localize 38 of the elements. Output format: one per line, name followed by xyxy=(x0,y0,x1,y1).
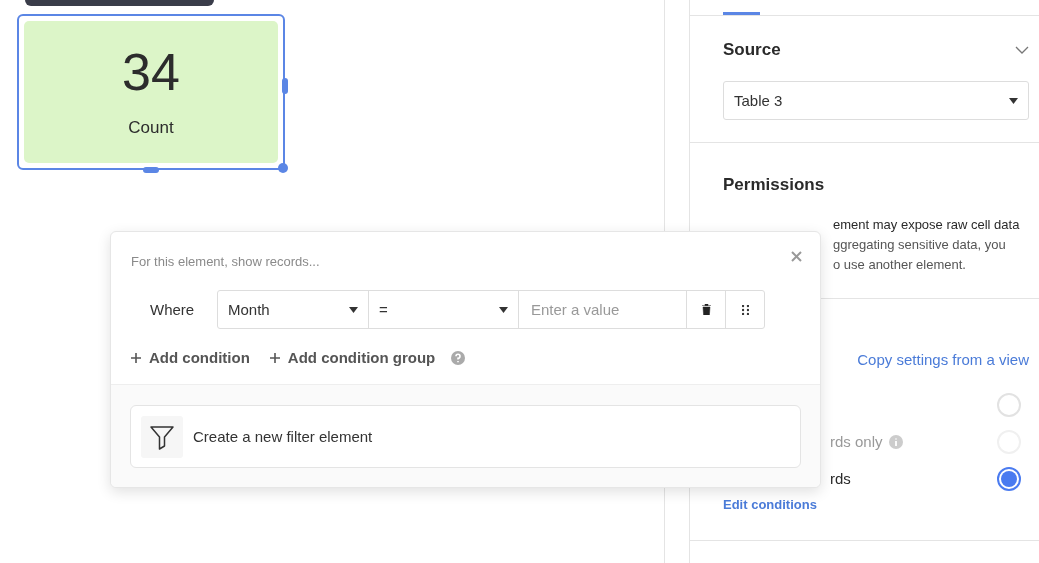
metric-value: 34 xyxy=(122,46,180,98)
create-filter-button[interactable]: Create a new filter element xyxy=(130,405,801,468)
info-icon xyxy=(888,434,903,449)
caret-icon xyxy=(1009,97,1018,104)
selection-frame[interactable]: 34 Count xyxy=(17,14,285,170)
section-title: Source xyxy=(723,40,781,60)
warning-text: o use another element. xyxy=(833,257,967,272)
help-icon[interactable] xyxy=(451,350,466,365)
resize-handle[interactable] xyxy=(278,163,288,173)
add-condition-button[interactable]: Add condition group xyxy=(269,349,436,366)
tab-indicator xyxy=(723,12,760,15)
radio-button[interactable] xyxy=(997,466,1021,491)
operator-select[interactable]: = xyxy=(368,291,518,328)
resize-handle[interactable] xyxy=(143,167,159,173)
plus-icon xyxy=(131,352,141,363)
where-label: Where xyxy=(150,301,196,318)
edit-conditions-link[interactable]: Edit conditions xyxy=(723,497,817,512)
metric-label: Count xyxy=(128,118,174,138)
option-label: rds only xyxy=(830,433,903,450)
value-field[interactable]: Enter a value xyxy=(518,291,686,328)
copy-settings-link[interactable]: Copy settings from a view xyxy=(857,351,1029,368)
field-select[interactable]: Month xyxy=(218,291,368,328)
caret-icon xyxy=(499,306,508,313)
trash-icon xyxy=(701,304,711,315)
value-input[interactable]: Enter a value xyxy=(529,301,676,318)
option-label: rds xyxy=(830,470,851,487)
filter-icon xyxy=(141,415,183,458)
popup-hint: For this element, show records... xyxy=(131,254,320,269)
resize-handle[interactable] xyxy=(282,78,288,94)
plus-icon xyxy=(269,352,280,363)
warning-text: ggregating sensitive data, you xyxy=(833,237,1007,252)
warning-title: ement may expose raw cell data xyxy=(833,217,1021,232)
table-select[interactable]: Table 3 xyxy=(723,81,1029,120)
caret-icon xyxy=(349,306,358,313)
add-condition-button[interactable]: Add condition xyxy=(131,349,250,366)
grip-icon xyxy=(741,304,749,315)
section-title: Permissions xyxy=(723,175,825,195)
chevron-icon[interactable] xyxy=(1015,46,1029,54)
